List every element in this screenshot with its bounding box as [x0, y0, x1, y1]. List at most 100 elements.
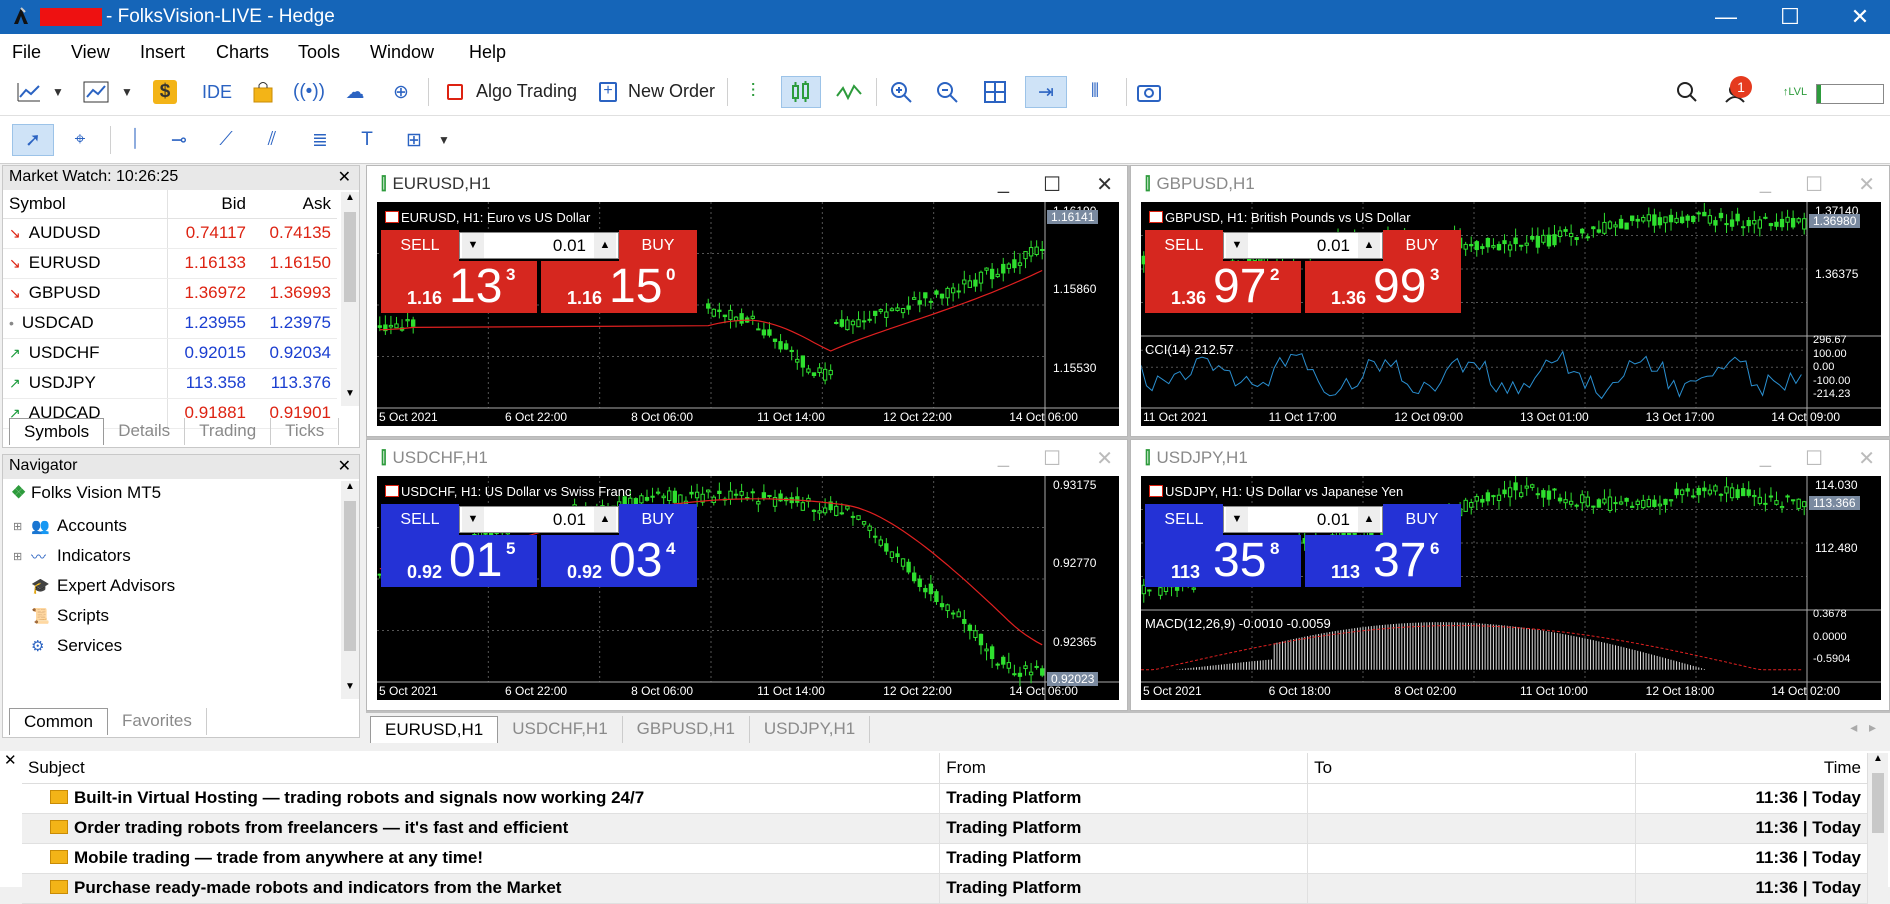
close-icon[interactable]: ✕ — [338, 167, 351, 187]
lot-decrease-icon[interactable]: ▼ — [1226, 233, 1248, 258]
column-symbol[interactable]: Symbol — [3, 190, 168, 219]
navigator-item[interactable]: ⚙ Services — [13, 631, 333, 661]
column-to[interactable]: To — [1307, 753, 1637, 784]
market-bag-icon[interactable] — [248, 76, 278, 108]
trading-dollar-icon[interactable]: $ — [150, 76, 180, 108]
lot-increase-icon[interactable]: ▲ — [1358, 507, 1380, 532]
expand-icon[interactable]: ⊞ — [13, 520, 31, 533]
sell-button[interactable]: SELL — [381, 230, 459, 261]
chart-window[interactable]: ⫿ USDJPY,H1 _ ☐ ✕ USDJPY, H1: US Dollar v… — [1130, 439, 1890, 711]
navigator-scrollbar[interactable]: ▲ ▼ — [341, 481, 359, 699]
new-order-icon[interactable]: + — [596, 76, 620, 108]
tab-usdjpy-h1[interactable]: USDJPY,H1 — [750, 716, 871, 743]
close-chart-button[interactable]: ✕ — [1858, 172, 1875, 197]
maximize-button[interactable]: ☐ — [1761, 2, 1819, 32]
tab-usdchf-h1[interactable]: USDCHF,H1 — [498, 716, 623, 743]
bid-price-button[interactable]: 113 35 8 — [1145, 534, 1301, 587]
chart-plot[interactable]: EURUSD, H1: Euro vs US Dollar SELL ▼ 0.01… — [377, 202, 1119, 426]
tab-eurusd-h1[interactable]: EURUSD,H1 — [370, 716, 499, 743]
menu-insert[interactable]: Insert — [140, 42, 185, 63]
tab-details[interactable]: Details — [104, 418, 186, 445]
expand-icon[interactable]: ⊞ — [13, 550, 31, 563]
new-chart-icon[interactable] — [14, 76, 44, 108]
close-chart-button[interactable]: ✕ — [1858, 446, 1875, 471]
close-chart-button[interactable]: ✕ — [1096, 446, 1113, 471]
new-order-button[interactable]: New Order — [628, 81, 715, 102]
tile-windows-icon[interactable] — [980, 76, 1010, 108]
lot-size-input[interactable]: ▼ 0.01 ▲ — [1223, 506, 1383, 533]
lot-decrease-icon[interactable]: ▼ — [462, 233, 484, 258]
buy-button[interactable]: BUY — [1383, 230, 1461, 261]
column-from[interactable]: From — [939, 753, 1309, 784]
close-icon[interactable]: ✕ — [4, 751, 17, 769]
ask-price-button[interactable]: 113 37 6 — [1305, 534, 1461, 587]
tab-scroll-arrows[interactable]: ◂ ▸ — [1850, 719, 1876, 736]
screenshot-icon[interactable] — [1134, 76, 1164, 108]
profiles-icon[interactable] — [80, 76, 112, 108]
chart-plot[interactable]: GBPUSD, H1: British Pounds vs US Dollar … — [1141, 202, 1881, 426]
close-button[interactable]: ✕ — [1831, 2, 1889, 32]
chart-shift-icon[interactable]: ⫴ — [1078, 76, 1112, 108]
table-row[interactable]: ↗ USDCHF 0.92015 0.92034 — [3, 338, 337, 369]
community-icon[interactable]: ⊕ — [386, 76, 416, 108]
menu-file[interactable]: File — [12, 42, 41, 63]
shapes-dropdown-icon[interactable]: ▼ — [434, 124, 454, 156]
bid-price-button[interactable]: 1.16 13 3 — [381, 260, 537, 313]
close-chart-button[interactable]: ✕ — [1096, 172, 1113, 197]
menu-view[interactable]: View — [71, 42, 110, 63]
crosshair-tool-icon[interactable]: ⌖ — [64, 124, 96, 156]
tab-trading[interactable]: Trading — [185, 418, 272, 445]
table-row[interactable]: ↗ USDJPY 113.358 113.376 — [3, 368, 337, 399]
buy-button[interactable]: BUY — [619, 230, 697, 261]
line-chart-icon[interactable] — [833, 76, 865, 108]
tab-favorites[interactable]: Favorites — [108, 708, 207, 735]
mail-row[interactable]: Purchase ready-made robots and indicator… — [22, 873, 1868, 904]
table-row[interactable]: ↘ AUDUSD 0.74117 0.74135 — [3, 218, 337, 249]
menu-charts[interactable]: Charts — [216, 42, 269, 63]
chart-plot[interactable]: USDCHF, H1: US Dollar vs Swiss Franc SEL… — [377, 476, 1119, 700]
zoom-in-icon[interactable] — [886, 76, 916, 108]
lot-decrease-icon[interactable]: ▼ — [1226, 507, 1248, 532]
menu-window[interactable]: Window — [370, 42, 434, 63]
tab-gbpusd-h1[interactable]: GBPUSD,H1 — [623, 716, 750, 743]
navigator-item[interactable]: 📜 Scripts — [13, 601, 333, 631]
mail-row[interactable]: Order trading robots from freelancers — … — [22, 813, 1868, 844]
chart-plot[interactable]: USDJPY, H1: US Dollar vs Japanese Yen SE… — [1141, 476, 1881, 700]
close-icon[interactable]: ✕ — [338, 456, 351, 476]
table-row[interactable]: • USDCAD 1.23955 1.23975 — [3, 308, 337, 339]
minimize-chart-button[interactable]: _ — [1760, 446, 1771, 469]
maximize-chart-button[interactable]: ☐ — [1043, 172, 1061, 197]
chart-window[interactable]: ⫿ EURUSD,H1 _ ☐ ✕ EURUSD, H1: Euro vs US … — [366, 165, 1128, 437]
lot-increase-icon[interactable]: ▲ — [1358, 233, 1380, 258]
minimize-chart-button[interactable]: _ — [998, 446, 1009, 469]
sell-button[interactable]: SELL — [1145, 230, 1223, 261]
lot-size-input[interactable]: ▼ 0.01 ▲ — [1223, 232, 1383, 259]
vertical-line-icon[interactable]: ⏐ — [120, 124, 150, 156]
lot-size-input[interactable]: ▼ 0.01 ▲ — [459, 506, 619, 533]
lot-size-input[interactable]: ▼ 0.01 ▲ — [459, 232, 619, 259]
cursor-tool-icon[interactable]: ➚ — [12, 124, 54, 156]
fibonacci-icon[interactable]: ≣ — [304, 124, 336, 156]
chart-window[interactable]: ⫿ GBPUSD,H1 _ ☐ ✕ GBPUSD, H1: British Pou… — [1130, 165, 1890, 437]
ask-price-button[interactable]: 0.92 03 4 — [541, 534, 697, 587]
bid-price-button[interactable]: 0.92 01 5 — [381, 534, 537, 587]
zoom-out-icon[interactable] — [932, 76, 962, 108]
minimize-button[interactable]: — — [1697, 2, 1755, 32]
trendline-icon[interactable]: ⟋ — [210, 124, 242, 156]
menu-help[interactable]: Help — [469, 42, 506, 63]
maximize-chart-button[interactable]: ☐ — [1805, 172, 1823, 197]
mail-scrollbar[interactable]: ▲ — [1868, 753, 1888, 887]
ask-price-button[interactable]: 1.16 15 0 — [541, 260, 697, 313]
table-row[interactable]: ↘ GBPUSD 1.36972 1.36993 — [3, 278, 337, 309]
candlestick-chart-icon[interactable] — [781, 76, 821, 108]
buy-button[interactable]: BUY — [619, 504, 697, 535]
profiles-dropdown-icon[interactable]: ▼ — [117, 76, 137, 108]
mail-row[interactable]: Mobile trading — trade from anywhere at … — [22, 843, 1868, 874]
column-subject[interactable]: Subject — [22, 753, 941, 784]
navigator-item[interactable]: 🎓 Expert Advisors — [13, 571, 333, 601]
new-chart-dropdown-icon[interactable]: ▼ — [48, 76, 68, 108]
lot-increase-icon[interactable]: ▲ — [594, 233, 616, 258]
navigator-item[interactable]: ⊞ 〰 Indicators — [13, 541, 333, 571]
chart-window[interactable]: ⫿ USDCHF,H1 _ ☐ ✕ USDCHF, H1: US Dollar v… — [366, 439, 1128, 711]
navigator-item[interactable]: ⊞ 👥 Accounts — [13, 511, 333, 541]
